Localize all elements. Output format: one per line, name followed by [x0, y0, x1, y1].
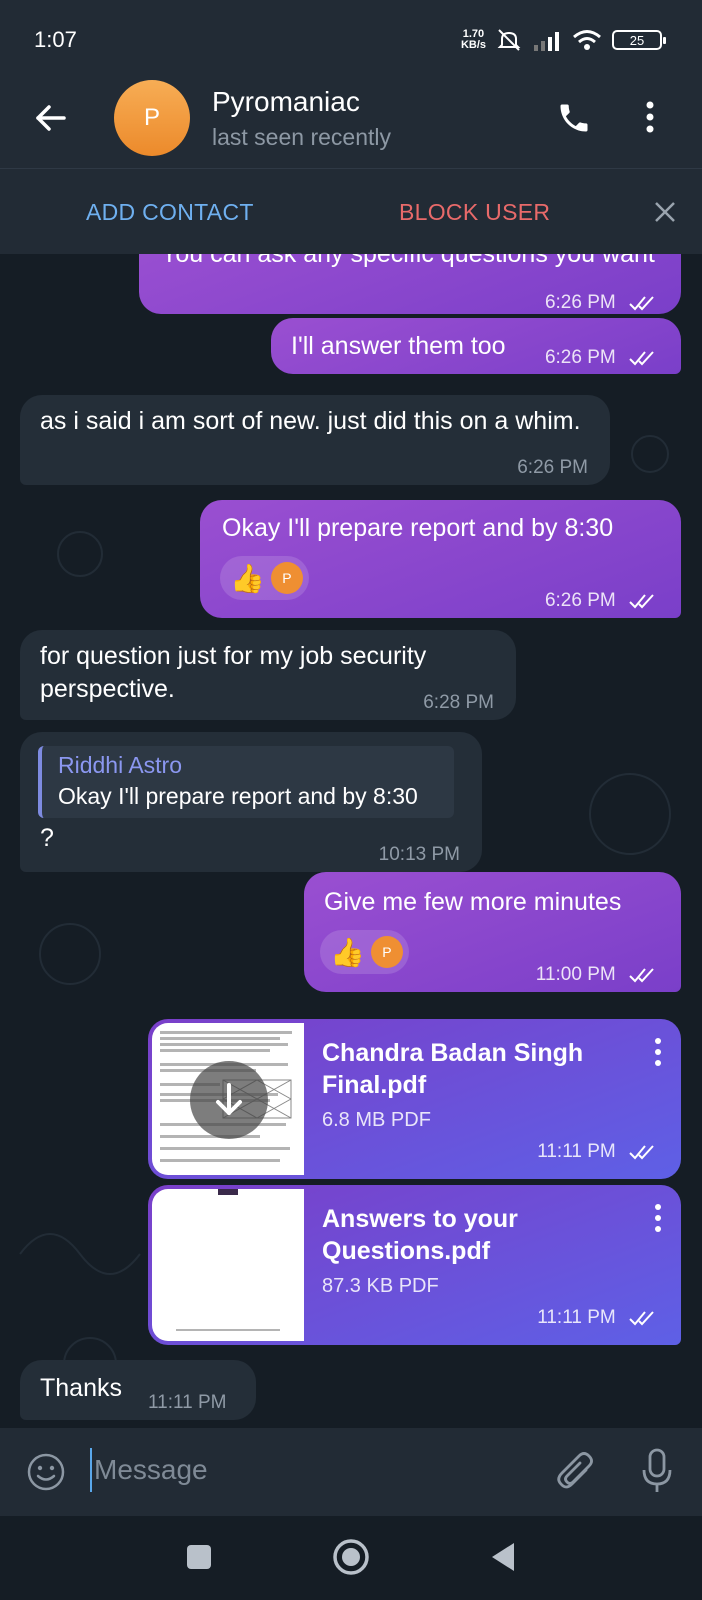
status-icons: 1.70 KB/s 25 [460, 27, 666, 53]
outgoing-message[interactable]: Give me few more minutes 👍 P 11:00 PM [304, 872, 681, 992]
system-nav-bar [0, 1516, 702, 1600]
reaction-avatar: P [270, 562, 303, 594]
signal-icon [534, 32, 559, 51]
file-size: 6.8 MB PDF [322, 1109, 431, 1131]
message-time: 11:11 PM [148, 1392, 227, 1413]
double-check-icon [629, 1145, 654, 1160]
file-attachment-card[interactable]: Answers to your Questions.pdf 87.3 KB PD… [148, 1185, 681, 1345]
file-name: Chandra Badan Singh Final.pdf [322, 1039, 584, 1099]
message-composer [0, 1428, 702, 1516]
message-time: 6:26 PM [517, 457, 588, 478]
message-time: 6:26 PM [544, 347, 616, 368]
message-time: 6:26 PM [544, 292, 616, 313]
pdf-thumbnail[interactable] [152, 1189, 304, 1341]
message-text: ? [40, 824, 54, 852]
incoming-message[interactable]: as i said i am sort of new. just did thi… [20, 395, 610, 485]
battery-icon: 25 [612, 30, 666, 50]
pdf-thumbnail[interactable] [152, 1023, 304, 1175]
incoming-message[interactable]: Thanks 11:11 PM [20, 1360, 256, 1420]
message-input[interactable] [90, 1448, 530, 1492]
message-time: 11:11 PM [537, 1141, 616, 1162]
phone-icon[interactable] [556, 100, 592, 136]
outgoing-message[interactable]: You can ask any specific questions you w… [139, 254, 681, 314]
add-contact-button[interactable]: ADD CONTACT [86, 199, 254, 226]
emoji-icon[interactable] [26, 1452, 66, 1492]
block-user-button[interactable]: BLOCK USER [399, 199, 550, 226]
file-name: Answers to your Questions.pdf [322, 1205, 518, 1265]
wifi-icon [573, 30, 601, 50]
message-time: 11:00 PM [535, 964, 616, 985]
attach-paperclip-icon[interactable] [556, 1450, 596, 1494]
incoming-message[interactable]: for question just for my job security pe… [20, 630, 516, 720]
message-time: 6:28 PM [423, 692, 494, 713]
download-arrow-icon [216, 1083, 242, 1115]
reaction-chip[interactable]: 👍 P [220, 556, 309, 600]
file-size: 87.3 KB PDF [322, 1275, 439, 1297]
home-button[interactable] [332, 1538, 370, 1576]
back-arrow-icon[interactable] [34, 102, 66, 134]
mute-bell-icon [497, 29, 521, 51]
incoming-message-with-reply[interactable]: Riddhi Astro Okay I'll prepare report an… [20, 732, 482, 872]
contact-action-bar: ADD CONTACT BLOCK USER [0, 168, 702, 254]
reply-sender-name: Riddhi Astro [58, 752, 183, 778]
double-check-icon [629, 594, 654, 609]
more-vert-icon[interactable] [653, 1203, 663, 1233]
double-check-icon [629, 296, 654, 311]
last-seen-status: last seen recently [212, 124, 391, 150]
reaction-avatar: P [370, 936, 403, 968]
recent-apps-button[interactable] [186, 1544, 212, 1570]
reply-quote[interactable]: Riddhi Astro Okay I'll prepare report an… [38, 746, 454, 818]
status-bar: 1:07 1.70 KB/s 25 [0, 0, 702, 80]
more-vert-icon[interactable] [653, 1037, 663, 1067]
message-list[interactable]: You can ask any specific questions you w… [0, 254, 702, 1428]
download-button[interactable] [190, 1061, 268, 1139]
message-time: 10:13 PM [378, 844, 460, 865]
message-time: 6:26 PM [544, 590, 616, 611]
double-check-icon [629, 1311, 654, 1326]
message-time: 11:11 PM [537, 1307, 616, 1328]
more-vert-icon[interactable] [644, 100, 656, 134]
thumbs-up-icon: 👍 [330, 936, 365, 968]
back-button[interactable] [490, 1542, 516, 1572]
double-check-icon [629, 351, 654, 366]
microphone-icon[interactable] [640, 1448, 674, 1494]
file-attachment-card[interactable]: Chandra Badan Singh Final.pdf 6.8 MB PDF… [148, 1019, 681, 1179]
outgoing-message[interactable]: I'll answer them too 6:26 PM [271, 318, 681, 374]
reply-quoted-text: Okay I'll prepare report and by 8:30 [58, 783, 418, 809]
avatar[interactable]: P [114, 80, 190, 156]
contact-name[interactable]: Pyromaniac [212, 86, 360, 118]
chat-header: P Pyromaniac last seen recently [0, 80, 702, 168]
outgoing-message[interactable]: Okay I'll prepare report and by 8:30 👍 P… [200, 500, 681, 618]
thumbs-up-icon: 👍 [230, 562, 265, 594]
close-icon[interactable] [654, 201, 676, 223]
reaction-chip[interactable]: 👍 P [320, 930, 409, 974]
net-speed: 1.70 KB/s [460, 28, 486, 51]
double-check-icon [629, 968, 654, 983]
status-time: 1:07 [34, 27, 77, 52]
